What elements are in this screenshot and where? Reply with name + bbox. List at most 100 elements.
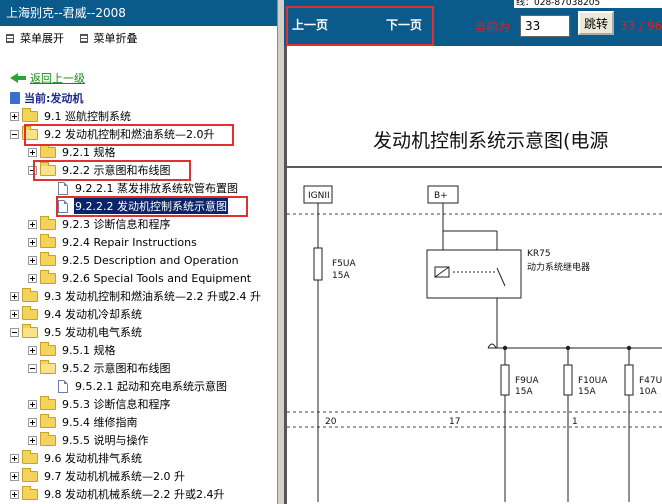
tree-page-item[interactable]: 9.5.2.1 起动和充电系统示意图 [46, 377, 228, 395]
expand-icon[interactable] [10, 309, 19, 319]
tree-folder-item[interactable]: 9.2.3 诊断信息和程序 [28, 215, 172, 233]
tree-folder-item[interactable]: 9.5.4 维修指南 [28, 413, 139, 431]
tree-item-label: 9.1 巡航控制系统 [44, 110, 131, 123]
expand-icon[interactable] [28, 417, 37, 427]
folder-icon [40, 233, 56, 248]
folder-open-icon [40, 359, 56, 374]
back-arrow-icon [10, 72, 26, 84]
folder-icon [22, 287, 38, 302]
menu-bar: 菜单展开 菜单折叠 [0, 26, 277, 48]
tree-folder-item[interactable]: 9.6 发动机排气系统 [10, 449, 143, 467]
tree-page-item[interactable]: 9.2.2.2 发动机控制系统示意图 [46, 197, 228, 215]
page-number-input[interactable] [520, 15, 570, 37]
fuse-name: F47UA [639, 376, 662, 386]
fuse-name: F10UA [578, 376, 608, 386]
expand-icon[interactable] [10, 453, 19, 463]
fuse-name: F9UA [515, 376, 539, 386]
panel-title: 上海别克--君威--2008 [0, 0, 277, 26]
header-clipped-text: 线：028-87038205 [514, 0, 662, 8]
tree-folder-item[interactable]: 9.4 发动机冷却系统 [10, 305, 143, 323]
fuse-amps: 15A [515, 387, 533, 397]
back-link[interactable]: 返回上一级 [10, 70, 85, 86]
wiring-schematic: IGNIIF5UA15AB+KR75动力系统继电器F9UA15AF10UA15A… [287, 166, 662, 502]
expand-icon[interactable] [28, 219, 37, 229]
page-icon [58, 181, 68, 195]
go-button[interactable]: 跳转 [578, 11, 614, 35]
tree-folder-item[interactable]: 9.5 发动机电气系统 [10, 323, 143, 341]
folder-icon [22, 449, 38, 464]
tree-folder-item[interactable]: 9.2.1 规格 [28, 143, 117, 161]
expand-icon[interactable] [28, 147, 37, 157]
viewer-toolbar: 上一页 下一页 当前为 跳转 33 / 962 线：028-87038205 [284, 0, 662, 46]
expand-icon[interactable] [10, 489, 19, 499]
tree-folder-item[interactable]: 9.5.1 规格 [28, 341, 117, 359]
expand-icon[interactable] [28, 435, 37, 445]
collapse-icon[interactable] [28, 165, 37, 175]
list-icon [6, 33, 14, 43]
expand-icon[interactable] [28, 345, 37, 355]
folder-icon [22, 467, 38, 482]
fuse [624, 364, 634, 396]
wire-jump [487, 343, 497, 349]
diagram-page: 发动机控制系统示意图(电源 IGNII F5UA 15A B+ KR75 动力系统继电器 F… [284, 46, 662, 504]
tree-item-label: 9.5.2.1 起动和充电系统示意图 [75, 380, 227, 393]
expand-menu-label: 菜单展开 [20, 32, 64, 45]
expand-menu-button[interactable]: 菜单展开 [6, 30, 64, 46]
tree-item-label: 9.5.3 诊断信息和程序 [62, 398, 171, 411]
tree-folder-item[interactable]: 9.5.5 说明与操作 [28, 431, 150, 449]
list-icon [79, 33, 88, 43]
tree-folder-item[interactable]: 9.2 发动机控制和燃油系统—2.0升 [10, 125, 215, 143]
tree-folder-item[interactable]: 9.5.3 诊断信息和程序 [28, 395, 172, 413]
relay-desc: 动力系统继电器 [527, 261, 590, 273]
page-count: 33 / 962 [620, 19, 662, 33]
prev-page-button[interactable]: 上一页 [292, 16, 328, 33]
tree-folder-item[interactable]: 9.2.2 示意图和布线图 [28, 161, 172, 179]
tree-item-label: 9.3 发动机控制和燃油系统—2.2 升或2.4 升 [44, 290, 261, 303]
folder-open-icon [22, 125, 38, 140]
expand-icon[interactable] [28, 399, 37, 409]
folder-open-icon [22, 323, 38, 338]
navigation-panel: 上海别克--君威--2008 菜单展开 菜单折叠 返回上一级 当前:发动机 9.… [0, 0, 278, 504]
tree-folder-item[interactable]: 9.2.4 Repair Instructions [28, 233, 198, 251]
tree-folder-item[interactable]: 9.2.5 Description and Operation [28, 251, 240, 269]
collapse-icon[interactable] [10, 129, 19, 139]
expand-icon[interactable] [28, 255, 37, 265]
next-page-button[interactable]: 下一页 [386, 16, 422, 33]
current-location-label: 当前:发动机 [24, 92, 84, 105]
document-icon [10, 92, 20, 104]
tree-item-label: 9.2 发动机控制和燃油系统—2.0升 [44, 128, 215, 141]
tree-item-label: 9.2.6 Special Tools and Equipment [62, 271, 252, 285]
tree-item-label: 9.5 发动机电气系统 [44, 326, 142, 339]
expand-icon[interactable] [28, 273, 37, 283]
folder-icon [40, 413, 56, 428]
tree-folder-item[interactable]: 9.3 发动机控制和燃油系统—2.2 升或2.4 升 [10, 287, 262, 305]
tree-folder-item[interactable]: 9.1 巡航控制系统 [10, 107, 132, 125]
tree-item-label: 9.2.2.1 蒸发排放系统软管布置图 [75, 182, 238, 195]
tree-item-label: 9.6 发动机排气系统 [44, 452, 142, 465]
bplus-label: B+ [434, 191, 448, 201]
expand-icon[interactable] [28, 237, 37, 247]
collapse-icon[interactable] [28, 363, 37, 373]
tree-folder-item[interactable]: 9.2.6 Special Tools and Equipment [28, 269, 252, 287]
tree-page-item[interactable]: 9.2.2.1 蒸发排放系统软管布置图 [46, 179, 239, 197]
fuse-amps: 10A [639, 387, 657, 397]
fuse [500, 364, 510, 396]
collapse-icon[interactable] [10, 327, 19, 337]
folder-icon [40, 431, 56, 446]
folder-icon [40, 251, 56, 266]
tree-folder-item[interactable]: 9.5.2 示意图和布线图 [28, 359, 172, 377]
tree-item-label: 9.2.3 诊断信息和程序 [62, 218, 171, 231]
expand-icon[interactable] [10, 471, 19, 481]
folder-icon [40, 215, 56, 230]
page-icon [58, 199, 68, 213]
page-icon [58, 379, 68, 393]
fuse-name: F5UA [332, 259, 356, 269]
ign-label: IGNII [308, 191, 330, 201]
expand-icon[interactable] [10, 291, 19, 301]
tree-folder-item[interactable]: 9.8 发动机机械系统—2.2 升或2.4升 [10, 485, 225, 503]
back-link-label: 返回上一级 [30, 72, 85, 85]
folder-icon [40, 341, 56, 356]
tree-folder-item[interactable]: 9.7 发动机机械系统—2.0 升 [10, 467, 186, 485]
expand-icon[interactable] [10, 111, 19, 121]
collapse-menu-button[interactable]: 菜单折叠 [79, 30, 138, 46]
